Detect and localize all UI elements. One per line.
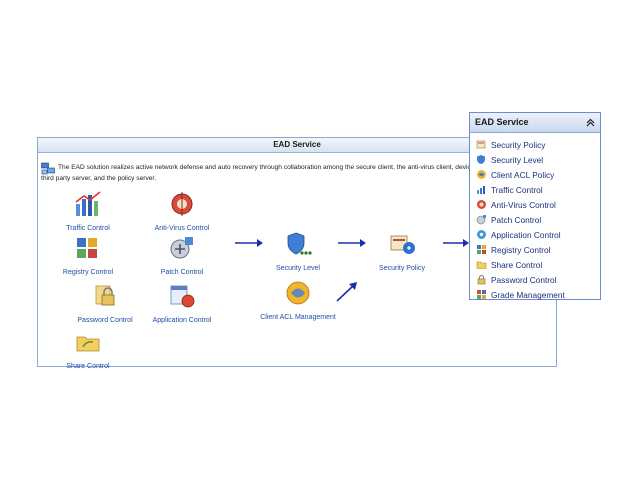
menu-item-traffic-control[interactable]: Traffic Control [470, 182, 600, 197]
client-acl-icon [286, 281, 310, 305]
antivirus-icon [477, 200, 486, 209]
intro-text: The EAD solution realizes active network… [41, 164, 488, 182]
antivirus-icon [171, 192, 193, 216]
traffic-icon [75, 191, 101, 216]
node-label: Anti-Virus Control [154, 225, 210, 232]
intro: The EAD solution realizes active network… [41, 162, 491, 184]
network-icon [41, 162, 55, 175]
node-share-control[interactable]: Share Control [46, 328, 130, 371]
menu-item-grade-management[interactable]: Grade Management [470, 287, 600, 302]
menu-item-share-control[interactable]: Share Control [470, 257, 600, 272]
menu-list: Security Policy Security Level Client AC… [470, 133, 600, 302]
node-application-control[interactable]: Application Control [140, 282, 224, 325]
ead-service-menu: EAD Service Security Policy Security Lev… [469, 112, 601, 300]
menu-item-client-acl-policy[interactable]: Client ACL Policy [470, 167, 600, 182]
menu-header[interactable]: EAD Service [470, 113, 600, 133]
menu-item-patch-control[interactable]: Patch Control [470, 212, 600, 227]
security-policy-icon [390, 235, 415, 254]
collapse-icon[interactable] [586, 118, 595, 127]
arrow-icon [443, 239, 469, 247]
node-label: Traffic Control [66, 225, 110, 232]
traffic-icon [477, 186, 485, 194]
arrow-icon [336, 282, 357, 302]
node-registry-control[interactable]: Registry Control [46, 234, 130, 277]
registry-icon [77, 238, 97, 258]
menu-item-security-level[interactable]: Security Level [470, 152, 600, 167]
patch-icon [170, 237, 193, 259]
application-icon [477, 230, 486, 239]
menu-item-antivirus-control[interactable]: Anti-Virus Control [470, 197, 600, 212]
node-label: Registry Control [62, 269, 114, 276]
share-icon [476, 261, 487, 269]
node-security-level[interactable]: Security Level [256, 230, 340, 273]
node-label: Patch Control [160, 269, 204, 276]
security-policy-icon [476, 140, 486, 149]
menu-item-security-policy[interactable]: Security Policy [470, 137, 600, 152]
application-icon [170, 285, 195, 308]
menu-item-registry-control[interactable]: Registry Control [470, 242, 600, 257]
node-antivirus-control[interactable]: Anti-Virus Control [140, 190, 224, 233]
node-label: Share Control [66, 363, 110, 370]
node-traffic-control[interactable]: Traffic Control [46, 190, 130, 233]
share-icon [76, 336, 100, 352]
patch-icon [476, 215, 486, 225]
node-client-acl-management[interactable]: Client ACL Management [256, 279, 340, 322]
node-label: Application Control [152, 317, 212, 324]
menu-item-password-control[interactable]: Password Control [470, 272, 600, 287]
menu-title: EAD Service [475, 117, 529, 127]
node-label: Security Level [276, 265, 320, 272]
security-level-icon [287, 232, 312, 255]
registry-icon [477, 245, 486, 254]
grade-icon [477, 290, 486, 299]
node-password-control[interactable]: Password Control [63, 282, 147, 325]
security-level-icon [477, 155, 485, 164]
node-label: Password Control [77, 317, 133, 324]
node-label: Security Policy [379, 265, 425, 272]
password-icon [477, 275, 486, 285]
node-security-policy[interactable]: Security Policy [360, 230, 444, 273]
menu-item-application-control[interactable]: Application Control [470, 227, 600, 242]
node-patch-control[interactable]: Patch Control [140, 234, 224, 277]
node-label: Client ACL Management [260, 314, 336, 321]
password-icon [95, 285, 115, 306]
client-acl-icon [477, 170, 486, 179]
